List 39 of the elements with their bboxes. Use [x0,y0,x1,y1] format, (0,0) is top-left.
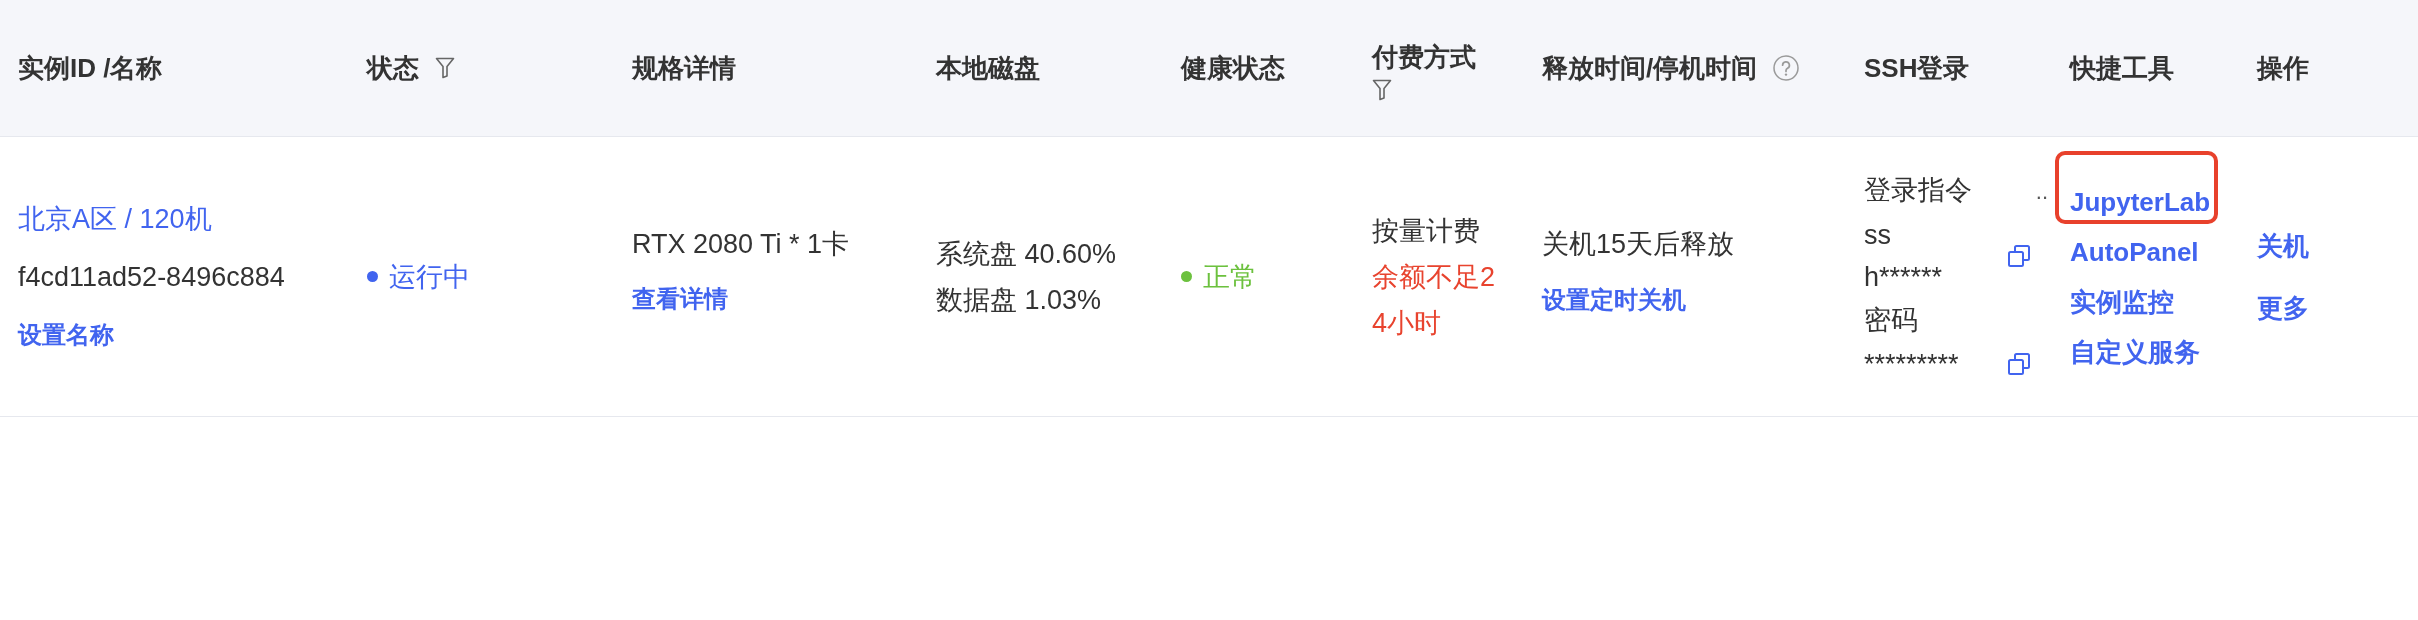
status-text: 运行中 [389,260,470,294]
health-text: 正常 [1203,260,1257,294]
release-time: 关机15天后释放 [1542,227,1735,261]
billing-mode: 按量计费 [1372,214,1480,248]
instance-name-link[interactable]: 北京A区 / 120机 [18,196,212,241]
column-header: 健康状态 [1181,52,1285,85]
copy-icon[interactable] [2007,243,2031,268]
password-label: 密码 [1864,303,1919,337]
column-header: 付费方式 [1372,41,1476,74]
disk-usage: 系统盘 40.60% [936,237,1117,271]
column-header: 本地磁盘 [936,52,1040,85]
instance-id: f4cd11ad52-8496c884 [18,260,285,294]
column-header: 快捷工具 [2070,52,2174,85]
login-command-text: ss [1864,218,1891,252]
action-link[interactable]: 更多 [2257,289,2309,326]
column-header: SSH登录 [1864,52,1970,85]
tool-link[interactable]: AutoPanel [2070,233,2199,270]
rename-link[interactable]: 设置名称 [18,312,114,357]
login-command-text: h****** [1864,260,1943,294]
column-header: 实例ID /名称 [18,52,163,85]
balance-warning: 余额不足24小时 [1372,260,1497,340]
action-link[interactable]: 关机 [2257,227,2309,264]
column-header: 释放时间/停机时间 [1542,52,1758,85]
tool-link[interactable]: 自定义服务 [2070,333,2200,370]
copy-icon[interactable] [2007,351,2031,376]
column-header: 状态 [367,52,419,85]
password-value: ********* [1864,347,1959,381]
details-link[interactable]: 查看详情 [632,277,728,321]
column-header: 操作 [2257,52,2309,85]
overflow-ellipsis: .. [2035,177,2048,206]
schedule-shutdown-link[interactable]: 设置定时关机 [1542,277,1686,322]
column-header: 规格详情 [632,52,736,85]
tool-link[interactable]: JupyterLab [2070,183,2211,220]
disk-usage: 数据盘 1.03% [936,283,1102,317]
login-command-label: 登录指令 [1864,173,1972,207]
filter-icon[interactable] [1372,79,1392,101]
tool-link[interactable]: 实例监控 [2070,283,2174,320]
gpu-spec: RTX 2080 Ti * 1卡 [632,228,850,261]
filter-icon[interactable] [435,57,455,79]
